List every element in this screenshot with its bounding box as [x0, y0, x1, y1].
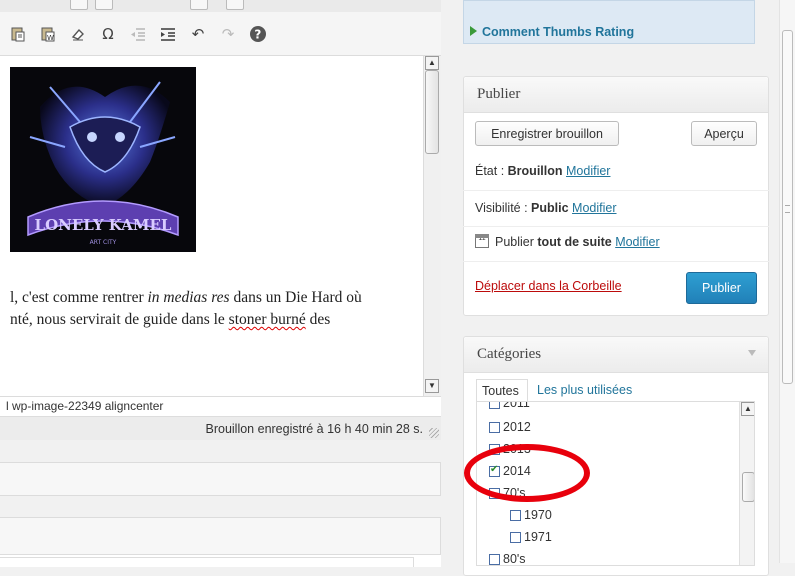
meta-box-body	[0, 554, 441, 567]
tab-popular-categories[interactable]: Les plus utilisées	[532, 379, 637, 401]
category-label: 2011	[503, 401, 530, 410]
scroll-up-icon[interactable]: ▲	[741, 402, 754, 416]
category-checkbox[interactable]	[489, 421, 500, 433]
meta-input[interactable]	[0, 557, 414, 567]
scrollbar-grip-icon	[785, 205, 790, 213]
svg-text:W: W	[47, 34, 54, 42]
category-label: 2012	[503, 420, 531, 434]
toolbar-button[interactable]	[226, 0, 244, 10]
toolbar-button[interactable]	[95, 0, 113, 10]
category-checkbox[interactable]	[489, 443, 500, 455]
category-checkbox[interactable]	[489, 402, 500, 409]
omega-icon[interactable]: Ω	[98, 24, 118, 44]
undo-icon[interactable]: ↶	[188, 24, 208, 44]
help-icon[interactable]: ?	[248, 24, 268, 44]
scrollbar-thumb[interactable]	[742, 472, 754, 502]
post-status-row: État : Brouillon Modifier	[475, 164, 611, 178]
category-item[interactable]: 2012	[489, 420, 531, 434]
move-to-trash-link[interactable]: Déplacer dans la Corbeille	[475, 279, 622, 293]
category-item[interactable]: 1971	[510, 530, 552, 544]
divider	[463, 261, 769, 262]
scrollbar-thumb[interactable]	[425, 70, 439, 154]
tab-all-categories[interactable]: Toutes	[476, 379, 528, 401]
edit-publish-time-link[interactable]: Modifier	[615, 235, 659, 249]
category-checklist: 2011 2012 2013 2014 70's 1970 1971 80's …	[476, 401, 755, 566]
outdent-icon[interactable]	[128, 24, 148, 44]
page-scrollbar[interactable]	[779, 0, 795, 563]
meta-box-collapsed[interactable]	[0, 462, 441, 496]
editor-paragraph-line: l, c'est comme rentrer in medias res dan…	[10, 289, 362, 306]
svg-text:ART CITY: ART CITY	[90, 239, 117, 246]
preview-button[interactable]: Aperçu	[691, 121, 757, 146]
toolbar-button[interactable]	[70, 0, 88, 10]
autosave-status-text: Brouillon enregistré à 16 h 40 min 28 s.	[205, 422, 424, 436]
redo-icon[interactable]: ↷	[218, 24, 238, 44]
publish-button[interactable]: Publier	[686, 272, 757, 304]
publish-box-title[interactable]: Publier	[464, 77, 768, 113]
editor-scrollbar[interactable]: ▲ ▼	[423, 56, 441, 396]
autosave-status: Brouillon enregistré à 16 h 40 min 28 s.	[0, 416, 441, 440]
paste-text-icon[interactable]	[8, 24, 28, 44]
post-image[interactable]: LONELY KAMEL ART CITY	[10, 67, 196, 252]
category-item[interactable]: 1970	[510, 508, 552, 522]
category-item[interactable]: 2014	[489, 464, 531, 478]
scroll-up-icon[interactable]: ▲	[425, 56, 439, 70]
divider	[463, 190, 769, 191]
category-label: 2013	[503, 442, 531, 456]
triangle-right-icon	[470, 26, 477, 36]
svg-text:?: ?	[254, 28, 261, 42]
category-label: 80's	[503, 552, 526, 566]
plugin-box: Comment Thumbs Rating	[463, 0, 755, 44]
category-scrollbar[interactable]: ▲	[739, 402, 754, 565]
svg-text:LONELY KAMEL: LONELY KAMEL	[35, 216, 172, 234]
publish-time-row: Publier tout de suite Modifier	[495, 235, 660, 249]
scroll-down-icon[interactable]: ▼	[425, 379, 439, 393]
meta-box	[0, 517, 441, 567]
category-label: 1970	[524, 508, 552, 522]
category-checkbox[interactable]	[510, 509, 521, 521]
divider	[463, 226, 769, 227]
editor-toolbar-row2: W Ω ↶ ↷ ?	[0, 12, 441, 56]
paste-word-icon[interactable]: W	[38, 24, 58, 44]
category-label: 70's	[503, 486, 526, 500]
indent-icon[interactable]	[158, 24, 178, 44]
category-item[interactable]: 2013	[489, 442, 531, 456]
category-item[interactable]: 80's	[489, 552, 526, 566]
category-label: 2014	[503, 464, 531, 478]
category-item[interactable]: 70's	[489, 486, 526, 500]
editor-paragraph-line: nté, nous servirait de guide dans le sto…	[10, 311, 331, 328]
save-draft-button[interactable]: Enregistrer brouillon	[475, 121, 619, 146]
category-label: 1971	[524, 530, 552, 544]
visibility-row: Visibilité : Public Modifier	[475, 201, 617, 215]
category-checkbox[interactable]	[489, 487, 500, 499]
categories-box-title[interactable]: Catégories	[464, 337, 768, 373]
plugin-link-comment-thumbs-rating[interactable]: Comment Thumbs Rating	[482, 25, 634, 39]
toolbar-button[interactable]	[190, 0, 208, 10]
collapse-arrow-icon[interactable]	[748, 350, 756, 356]
element-path: l wp-image-22349 aligncenter	[0, 396, 441, 416]
edit-status-link[interactable]: Modifier	[566, 164, 610, 178]
calendar-icon: 11	[475, 234, 489, 248]
category-item[interactable]: 2011	[489, 401, 530, 410]
category-checkbox[interactable]	[510, 531, 521, 543]
categories-box: Catégories Toutes Les plus utilisées 201…	[463, 336, 769, 576]
category-checkbox-checked[interactable]	[489, 464, 500, 477]
edit-visibility-link[interactable]: Modifier	[572, 201, 616, 215]
resize-handle-icon[interactable]	[429, 428, 439, 438]
eraser-icon[interactable]	[68, 24, 88, 44]
